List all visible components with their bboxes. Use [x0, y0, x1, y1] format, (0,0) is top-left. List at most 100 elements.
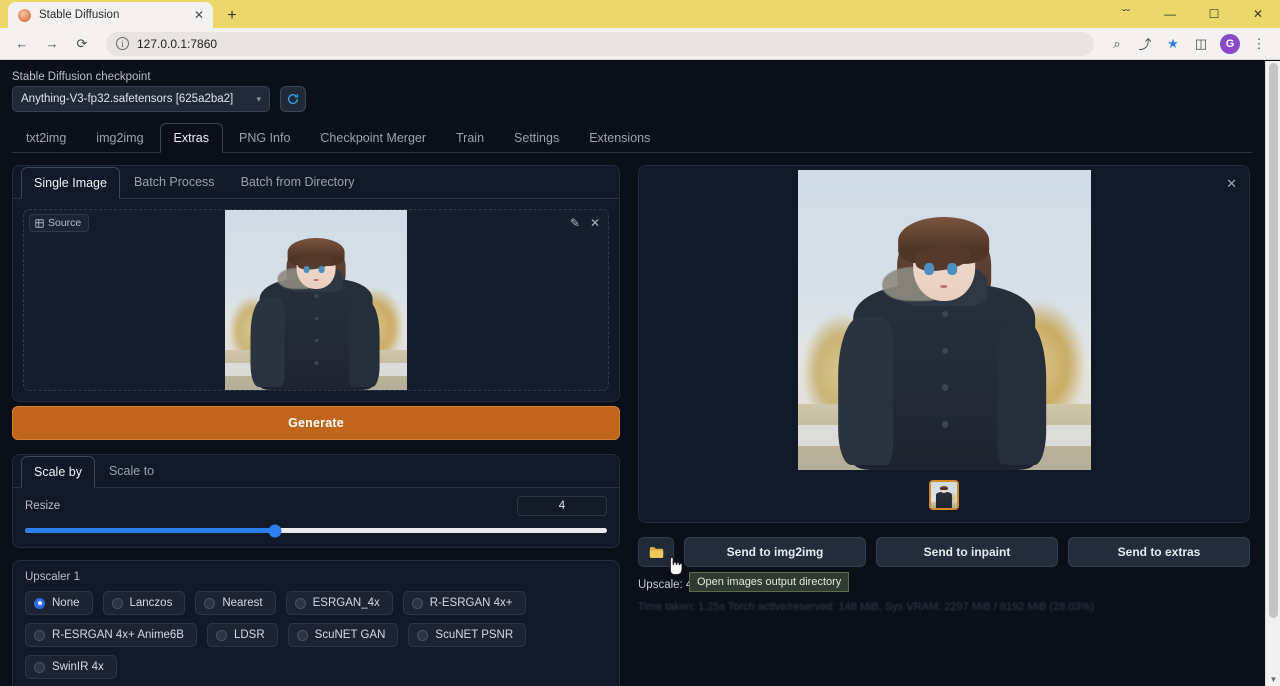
resize-slider-fill — [25, 528, 275, 533]
tab-scale-by[interactable]: Scale by — [21, 456, 95, 488]
radio-icon — [34, 598, 45, 609]
window-controls: ˇˇ — ☐ ✕ — [1104, 0, 1280, 28]
radio-icon — [297, 630, 308, 641]
checkpoint-select[interactable]: Anything-V3-fp32.safetensors [625a2ba2] … — [12, 86, 270, 112]
upscaler1-option-label: Lanczos — [130, 597, 173, 609]
result-status-detail: Time taken: 1.25s Torch active/reserved:… — [638, 601, 1250, 613]
bookmark-star-icon[interactable]: ★ — [1160, 31, 1186, 57]
source-image-dropzone[interactable]: Source ✎ ✕ — [23, 209, 609, 391]
result-thumbnail-row — [929, 480, 959, 510]
upscaler1-option-lanczos[interactable]: Lanczos — [103, 591, 186, 615]
upscaler1-option-label: LDSR — [234, 629, 265, 641]
scrollbar-thumb[interactable] — [1269, 63, 1278, 618]
send-to-inpaint-button[interactable]: Send to inpaint — [876, 537, 1058, 567]
upscaler1-option-label: Nearest — [222, 597, 262, 609]
send-button-row: Open images output directory Send to img… — [638, 537, 1250, 567]
upscaler1-option-label: R-ESRGAN 4x+ — [430, 597, 513, 609]
resize-value-input[interactable]: 4 — [517, 496, 607, 516]
tooltip: Open images output directory — [689, 572, 849, 592]
browser-tab-strip: Stable Diffusion ✕ + ˇˇ — ☐ ✕ — [0, 0, 1280, 28]
tab-settings[interactable]: Settings — [500, 123, 573, 153]
tab-scale-to[interactable]: Scale to — [97, 456, 166, 488]
chevron-down-icon: ▾ — [256, 94, 261, 105]
result-image[interactable] — [798, 170, 1091, 470]
main-tab-bar: txt2img img2img Extras PNG Info Checkpoi… — [12, 122, 1252, 153]
minimize-icon[interactable]: — — [1148, 0, 1192, 28]
tab-batch-process[interactable]: Batch Process — [122, 167, 227, 199]
upscaler1-option-ldsr[interactable]: LDSR — [207, 623, 278, 647]
generate-button[interactable]: Generate — [12, 406, 620, 440]
forward-icon[interactable]: → — [38, 31, 66, 57]
tab-single-image[interactable]: Single Image — [21, 167, 120, 199]
tab-train[interactable]: Train — [442, 123, 498, 153]
sidebar-icon[interactable]: ◫ — [1188, 31, 1214, 57]
radio-icon — [112, 598, 123, 609]
result-thumbnail[interactable] — [929, 480, 959, 510]
page-scrollbar[interactable]: ▲ ▼ — [1265, 61, 1280, 686]
upscaler1-option-scunet-psnr[interactable]: ScuNET PSNR — [408, 623, 526, 647]
address-bar[interactable]: i 127.0.0.1:7860 — [106, 32, 1094, 56]
folder-icon — [649, 546, 664, 559]
extras-panel: Single Image Batch Process Batch from Di… — [12, 165, 620, 402]
source-actions: ✎ ✕ — [570, 216, 600, 230]
upscaler1-option-esrgan-4x[interactable]: ESRGAN_4x — [286, 591, 393, 615]
resize-slider[interactable] — [25, 528, 607, 533]
extras-sub-tab-bar: Single Image Batch Process Batch from Di… — [13, 166, 619, 199]
radio-icon — [34, 630, 45, 641]
tab-png-info[interactable]: PNG Info — [225, 123, 304, 153]
checkpoint-row: Stable Diffusion checkpoint Anything-V3-… — [12, 67, 1252, 122]
tab-img2img[interactable]: img2img — [82, 123, 157, 153]
window-close-icon[interactable]: ✕ — [1236, 0, 1280, 28]
upscaler1-option-label: ScuNET GAN — [315, 629, 386, 641]
maximize-icon[interactable]: ☐ — [1192, 0, 1236, 28]
left-column: Single Image Batch Process Batch from Di… — [12, 165, 620, 686]
tab-checkpoint-merger[interactable]: Checkpoint Merger — [306, 123, 440, 153]
send-to-img2img-button[interactable]: Send to img2img — [684, 537, 866, 567]
browser-tab-stable-diffusion[interactable]: Stable Diffusion ✕ — [8, 2, 213, 28]
chevron-down-icon[interactable]: ˇˇ — [1104, 0, 1148, 28]
radio-icon — [204, 598, 215, 609]
site-info-icon[interactable]: i — [116, 37, 129, 50]
right-column: ✕ — [638, 165, 1250, 686]
upscaler1-option-r-esrgan-4x-anime6b[interactable]: R-ESRGAN 4x+ Anime6B — [25, 623, 197, 647]
tab-batch-from-directory[interactable]: Batch from Directory — [229, 167, 367, 199]
radio-icon — [216, 630, 227, 641]
close-icon[interactable]: ✕ — [1226, 176, 1237, 192]
tab-txt2img[interactable]: txt2img — [12, 123, 80, 153]
source-badge: Source — [29, 214, 89, 232]
tab-extensions[interactable]: Extensions — [575, 123, 664, 153]
scale-tab-bar: Scale by Scale to — [13, 455, 619, 488]
search-icon[interactable]: ⌕ — [1104, 31, 1130, 57]
send-to-extras-button[interactable]: Send to extras — [1068, 537, 1250, 567]
address-bar-url: 127.0.0.1:7860 — [137, 37, 217, 51]
avatar[interactable]: G — [1220, 34, 1240, 54]
upscaler1-option-nearest[interactable]: Nearest — [195, 591, 275, 615]
browser-menu-icon[interactable]: ⋮ — [1246, 31, 1272, 57]
mouse-cursor — [667, 556, 682, 576]
resize-slider-group: Resize 4 — [13, 488, 619, 547]
resize-slider-handle[interactable] — [269, 524, 282, 537]
checkpoint-label: Stable Diffusion checkpoint — [12, 71, 270, 83]
clear-icon[interactable]: ✕ — [590, 216, 600, 230]
edit-icon[interactable]: ✎ — [570, 216, 580, 230]
refresh-icon[interactable] — [280, 86, 306, 112]
new-tab-button[interactable]: + — [219, 4, 245, 28]
back-icon[interactable]: ← — [8, 31, 36, 57]
scroll-down-icon[interactable]: ▼ — [1266, 672, 1280, 686]
share-icon[interactable]: ⤴ — [1132, 31, 1158, 57]
upscaler1-option-swinir-4x[interactable]: SwinIR 4x — [25, 655, 117, 679]
upscaler1-option-none[interactable]: None — [25, 591, 93, 615]
stable-diffusion-favicon — [18, 9, 31, 22]
upscaler1-option-r-esrgan-4x[interactable]: R-ESRGAN 4x+ — [403, 591, 526, 615]
checkpoint-value: Anything-V3-fp32.safetensors [625a2ba2] — [21, 93, 256, 105]
radio-icon — [412, 598, 423, 609]
upscaler1-option-scunet-gan[interactable]: ScuNET GAN — [288, 623, 399, 647]
tab-extras[interactable]: Extras — [160, 123, 223, 153]
upscaler1-label: Upscaler 1 — [25, 571, 607, 583]
close-icon[interactable]: ✕ — [191, 7, 207, 23]
reload-icon[interactable]: ⟳ — [68, 31, 96, 57]
browser-navigation-bar: ← → ⟳ i 127.0.0.1:7860 ⌕ ⤴ ★ ◫ G ⋮ — [0, 28, 1280, 60]
result-panel: ✕ — [638, 165, 1250, 523]
open-output-directory-button[interactable]: Open images output directory — [638, 537, 674, 567]
upscaler1-panel: Upscaler 1 None Lanczos Nearest ESRGAN_4x R-… — [12, 560, 620, 686]
